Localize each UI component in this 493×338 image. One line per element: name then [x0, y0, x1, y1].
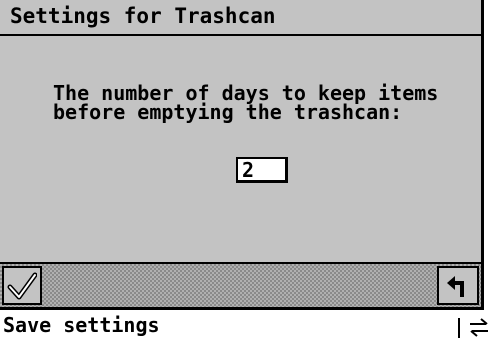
- trashcan-settings-dialog: Settings for Trashcan The number of days…: [0, 0, 484, 310]
- dialog-titlebar: Settings for Trashcan: [0, 0, 481, 36]
- switch-arrows-icon[interactable]: [468, 316, 490, 338]
- days-prompt: The number of days to keep items before …: [53, 83, 438, 124]
- save-button[interactable]: [2, 266, 42, 305]
- dialog-button-bar: [0, 262, 481, 307]
- status-text: Save settings: [3, 313, 160, 337]
- dialog-title: Settings for Trashcan: [10, 4, 276, 28]
- status-bar: Save settings: [0, 310, 493, 338]
- days-prompt-line-2: before emptying the trashcan:: [53, 100, 403, 124]
- days-to-keep-input[interactable]: [236, 157, 288, 183]
- return-arrow-icon: [447, 275, 464, 297]
- checkmark-icon: [7, 272, 37, 299]
- status-divider: [458, 318, 460, 338]
- back-button[interactable]: [437, 266, 479, 305]
